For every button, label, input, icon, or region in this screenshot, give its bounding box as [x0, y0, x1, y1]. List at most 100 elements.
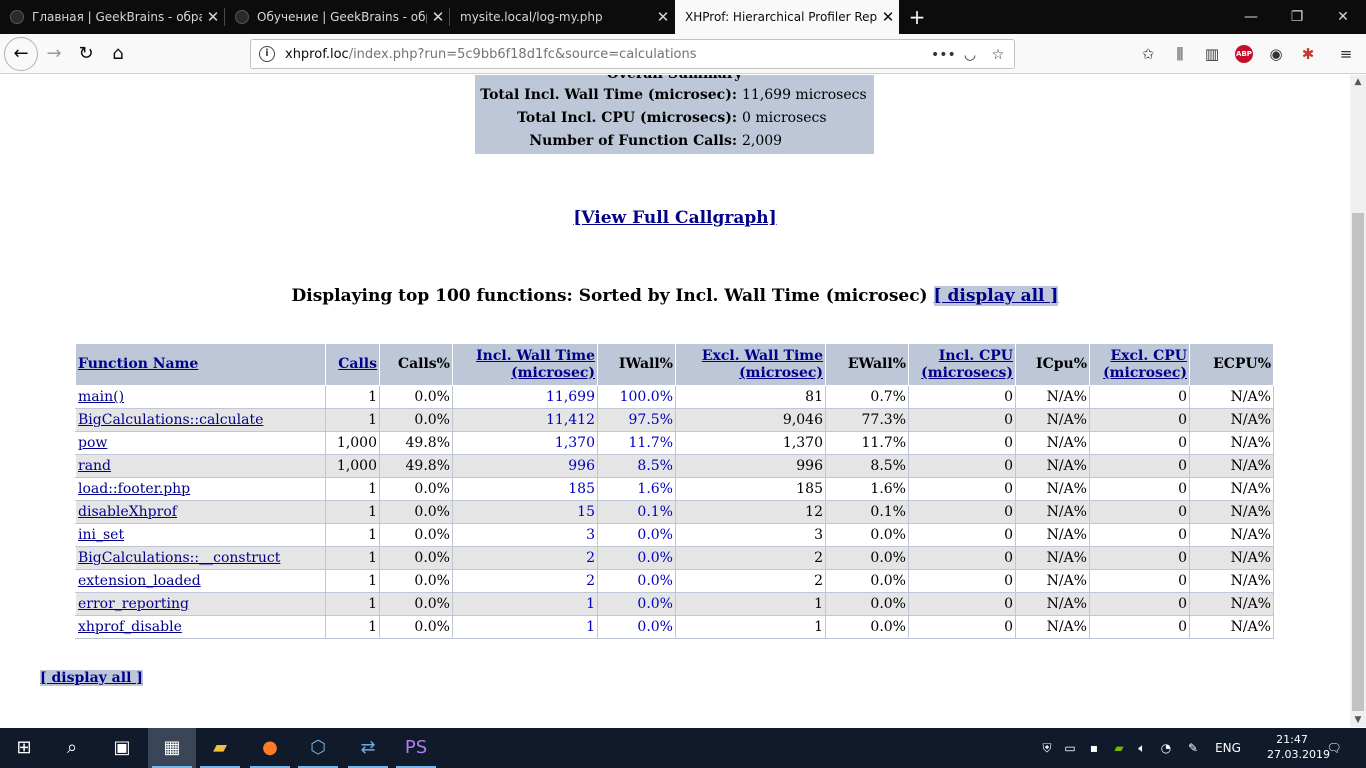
firefox-icon[interactable]: ●	[246, 728, 294, 768]
task-view-icon[interactable]: ▣	[98, 728, 146, 768]
value-cell: 0	[908, 546, 1016, 570]
table-row: BigCalculations::calculate 1 0.0% 11,412 97.…	[75, 408, 1274, 432]
close-window-icon[interactable]: ✕	[1320, 0, 1366, 34]
page-actions-icon[interactable]: •••	[931, 44, 956, 66]
extension-icon[interactable]: ◉	[1264, 42, 1288, 66]
bookmark-star-icon[interactable]: ☆	[987, 44, 1009, 66]
scroll-up-arrow-icon[interactable]: ▲	[1350, 75, 1366, 89]
function-name-cell[interactable]: error_reporting	[75, 592, 326, 616]
notifications-icon[interactable]: 🗨︎	[1322, 728, 1346, 768]
display-all-link-top[interactable]: [ display all ]	[933, 286, 1059, 306]
display-all-link-bottom[interactable]: [ display all ]	[40, 670, 143, 686]
taskbar-app-film-icon[interactable]: ▦	[148, 728, 196, 768]
tab-close-icon[interactable]: ✕	[427, 8, 449, 26]
colorful-extension-icon[interactable]: ✱	[1296, 42, 1320, 66]
value-cell: 0	[1089, 615, 1190, 639]
function-name-cell[interactable]: BigCalculations::calculate	[75, 408, 326, 432]
virtualbox-icon[interactable]: ⬡	[294, 728, 342, 768]
menu-icon[interactable]: ≡	[1334, 42, 1358, 66]
value-cell: 11.7%	[597, 431, 676, 455]
heading-text: Displaying top 100 functions: Sorted by …	[291, 286, 928, 306]
header-excl-cpu[interactable]: Excl. CPU (microsec)	[1089, 343, 1190, 386]
search-icon[interactable]: ⌕	[48, 728, 96, 768]
value-cell: 0	[1089, 454, 1190, 478]
scrollbar-thumb[interactable]	[1352, 213, 1364, 711]
url-text[interactable]: xhprof.loc/index.php?run=5c9bb6f18d1fc&s…	[285, 47, 697, 62]
sidebar-icon[interactable]: ▥	[1200, 42, 1224, 66]
forward-arrow-icon[interactable]: →	[38, 38, 70, 70]
value-cell: 1	[452, 592, 598, 616]
system-clock[interactable]: 21:47 27.03.2019	[1267, 732, 1330, 762]
value-cell: 0.0%	[379, 477, 453, 501]
restore-icon[interactable]: ❐	[1274, 0, 1320, 34]
clock-date: 27.03.2019	[1267, 748, 1330, 761]
value-cell: 0.0%	[597, 569, 676, 593]
tray-display-icon[interactable]: ▪	[1084, 728, 1104, 768]
tab-close-icon[interactable]: ✕	[202, 8, 224, 26]
value-cell: 100.0%	[597, 385, 676, 409]
value-cell: 1.6%	[597, 477, 676, 501]
adblock-plus-icon[interactable]: ABP	[1235, 45, 1253, 63]
file-explorer-icon[interactable]: ▰	[196, 728, 244, 768]
language-indicator[interactable]: ENG	[1210, 728, 1246, 768]
value-cell: N/A%	[1189, 454, 1274, 478]
function-name-cell[interactable]: load::footer.php	[75, 477, 326, 501]
pocket-icon[interactable]: ◡	[959, 44, 981, 66]
reload-icon[interactable]: ↻	[70, 38, 102, 70]
tab-geekbrains-main[interactable]: Главная | GeekBrains - образо ✕	[0, 0, 224, 34]
minimize-icon[interactable]: —	[1228, 0, 1274, 34]
table-row: error_reporting 1 0.0% 1 0.0% 1 0.0% 0 N/A% 0 N/A%	[75, 592, 1274, 616]
header-incl-wall-time[interactable]: Incl. Wall Time (microsec)	[452, 343, 598, 386]
tray-battery-icon[interactable]: ▭	[1060, 728, 1080, 768]
value-cell: 11,412	[452, 408, 598, 432]
windows-start-icon[interactable]: ⊞	[0, 728, 48, 768]
value-cell: N/A%	[1015, 546, 1090, 570]
value-cell: 0	[908, 454, 1016, 478]
header-calls[interactable]: Calls	[325, 343, 380, 386]
url-bar[interactable]: i xhprof.loc/index.php?run=5c9bb6f18d1fc…	[250, 39, 1015, 69]
value-cell: 0.0%	[825, 615, 909, 639]
page-content: Overall Summary Total Incl. Wall Time (m…	[0, 75, 1350, 727]
tab-close-icon[interactable]: ✕	[877, 8, 899, 26]
tab-geekbrains-learning[interactable]: Обучение | GeekBrains - обра ✕	[225, 0, 449, 34]
header-incl-cpu[interactable]: Incl. CPU (microsecs)	[908, 343, 1016, 386]
function-name-cell[interactable]: xhprof_disable	[75, 615, 326, 639]
security-shield-icon[interactable]: ⛨	[1038, 728, 1056, 768]
tab-close-icon[interactable]: ✕	[652, 8, 674, 26]
library-icon[interactable]: ⫼	[1168, 42, 1192, 66]
site-info-icon[interactable]: i	[259, 46, 275, 62]
vertical-scrollbar[interactable]: ▲ ▼	[1350, 75, 1366, 727]
tab-mysite-log[interactable]: mysite.local/log-my.php ✕	[450, 0, 674, 34]
nvidia-icon[interactable]: ▰	[1108, 728, 1130, 768]
function-name-cell[interactable]: pow	[75, 431, 326, 455]
phpstorm-icon[interactable]: PS	[392, 728, 440, 768]
function-name-cell[interactable]: rand	[75, 454, 326, 478]
functions-table: Function Name Calls Calls% Incl. Wall Ti…	[75, 343, 1274, 639]
bookmarks-star-icon[interactable]: ✩	[1136, 42, 1160, 66]
value-cell: 0	[1089, 569, 1190, 593]
scroll-down-arrow-icon[interactable]: ▼	[1350, 713, 1366, 727]
pen-workspace-icon[interactable]: ✎	[1180, 728, 1206, 768]
volume-icon[interactable]: 🔈︎	[1132, 728, 1152, 768]
new-tab-icon[interactable]: +	[904, 4, 930, 30]
function-name-cell[interactable]: extension_loaded	[75, 569, 326, 593]
header-ecpu-pct: ECPU%	[1189, 343, 1274, 386]
value-cell: 1,370	[675, 431, 826, 455]
network-app-icon[interactable]: ⇄	[344, 728, 392, 768]
value-cell: 1	[675, 615, 826, 639]
value-cell: 0	[1089, 592, 1190, 616]
home-icon[interactable]: ⌂	[102, 38, 134, 70]
geekbrains-favicon-icon	[235, 10, 249, 24]
network-icon[interactable]: ◔	[1156, 728, 1176, 768]
function-name-cell[interactable]: main()	[75, 385, 326, 409]
summary-label: Total Incl. CPU (microsecs):	[517, 110, 737, 126]
back-arrow-icon[interactable]: ←	[4, 37, 38, 71]
header-excl-wall-time[interactable]: Excl. Wall Time (microsec)	[675, 343, 826, 386]
header-function-name[interactable]: Function Name	[75, 343, 326, 386]
value-cell: 11,699	[452, 385, 598, 409]
view-full-callgraph-link[interactable]: [View Full Callgraph]	[573, 208, 776, 228]
function-name-cell[interactable]: disableXhprof	[75, 500, 326, 524]
function-name-cell[interactable]: BigCalculations::__construct	[75, 546, 326, 570]
function-name-cell[interactable]: ini_set	[75, 523, 326, 547]
tab-xhprof-report[interactable]: XHProf: Hierarchical Profiler Report ✕	[675, 0, 899, 34]
